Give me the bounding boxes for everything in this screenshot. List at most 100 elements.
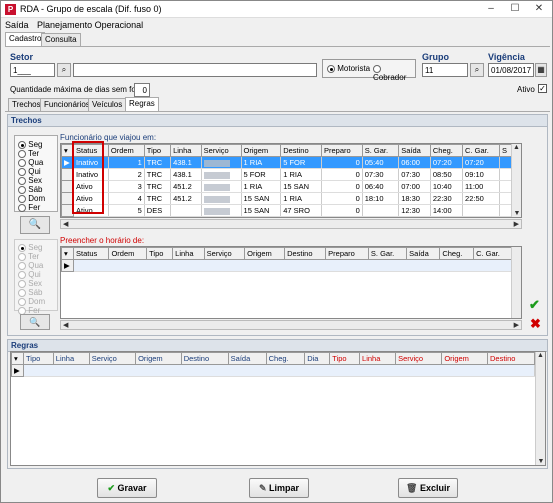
col-header[interactable]: Destino <box>486 352 536 365</box>
radio-dom[interactable]: Dom <box>18 194 45 203</box>
col-header[interactable]: Linha <box>359 352 397 365</box>
col-header[interactable]: Cheg. <box>439 247 475 260</box>
tab-regras[interactable]: Regras <box>125 97 159 111</box>
setor-name-input[interactable] <box>73 63 317 77</box>
table-row[interactable]: Ativo 4 TRC 451.2 15 SAN 1 RIA 0 18:10 1… <box>61 192 513 205</box>
scroll-left-icon[interactable]: ◀ <box>63 220 68 228</box>
col-header[interactable]: Tipo <box>143 144 172 157</box>
scroll-up-icon[interactable]: ▲ <box>536 352 545 359</box>
grid1-vscroll[interactable]: ▲ ▼ <box>511 144 521 217</box>
setor-code-input[interactable]: 1___ <box>10 63 55 77</box>
minimize-button[interactable]: – <box>479 1 503 18</box>
day-label: Qua <box>28 158 44 167</box>
excluir-button[interactable]: 🗑 Excluir <box>398 478 458 498</box>
table-row[interactable]: ▶ Inativo 1 TRC 438.1 1 RIA 5 FOR 0 05:4… <box>61 156 513 169</box>
col-header[interactable]: Saída <box>227 352 267 365</box>
cancel-x-icon[interactable]: ✖ <box>530 316 541 332</box>
calendar-button[interactable]: ▦ <box>535 63 547 77</box>
col-header[interactable]: Saída <box>406 247 441 260</box>
col-header[interactable]: Origem <box>244 247 286 260</box>
folga-label: Quantidade máxima de dias sem folga <box>10 85 147 94</box>
col-header[interactable]: Cheg. <box>265 352 306 365</box>
cell-origem: 1 RIA <box>241 180 282 193</box>
col-header[interactable]: Ordem <box>108 247 148 260</box>
col-header[interactable]: Tipo <box>329 352 361 365</box>
col-header[interactable]: Destino <box>180 352 229 365</box>
ativo-checkbox[interactable]: ✓ <box>538 84 547 93</box>
col-header[interactable]: Destino <box>280 144 322 157</box>
radio-sex[interactable]: Sex <box>18 176 45 185</box>
radio-fer[interactable]: Fer <box>18 203 45 212</box>
setor-search-button[interactable]: ⌕ <box>57 63 71 77</box>
table-row[interactable]: Ativo 5 DES 15 SAN 47 SRO 0 12:30 14:00 <box>61 204 513 217</box>
grid1-hscroll[interactable]: ◀ ▶ <box>60 219 522 229</box>
col-header[interactable]: Dia <box>304 352 331 365</box>
col-header[interactable]: S. Gar. <box>361 144 400 157</box>
radio-ter[interactable]: Ter <box>18 149 45 158</box>
close-button[interactable]: ✕ <box>527 1 551 18</box>
grid2-vscroll[interactable] <box>511 247 521 318</box>
col-header[interactable]: Tipo <box>146 247 174 260</box>
radio-sab[interactable]: Sáb <box>18 185 45 194</box>
grupo-input[interactable]: 11 <box>422 63 468 77</box>
tab-consulta[interactable]: Consulta <box>41 33 81 46</box>
folga-input[interactable]: 0 <box>134 83 150 97</box>
col-header[interactable]: Linha <box>172 247 205 260</box>
vigencia-input[interactable]: 01/08/2017 <box>488 63 534 77</box>
limpar-button[interactable]: ✎ Limpar <box>249 478 309 498</box>
col-header[interactable]: Serviço <box>395 352 443 365</box>
radio-qui[interactable]: Qui <box>18 167 45 176</box>
menu-saida[interactable]: Saída <box>5 20 29 30</box>
col-header[interactable]: Serviço <box>200 144 242 157</box>
cell-saida: 07:00 <box>398 180 431 193</box>
search-button-1[interactable]: 🔍 <box>20 216 50 234</box>
row-indicator: ▶ <box>11 364 24 377</box>
col-header[interactable]: Origem <box>441 352 488 365</box>
tab-cadastro[interactable]: Cadastro <box>5 32 46 46</box>
scroll-down-icon[interactable]: ▼ <box>536 458 545 465</box>
radio-cobrador[interactable]: Cobrador <box>373 64 415 82</box>
table-row[interactable]: ▶ <box>61 259 513 272</box>
col-header[interactable]: Preparo <box>320 144 363 157</box>
col-header[interactable]: C. Gar. <box>473 247 513 260</box>
tab-veiculos[interactable]: Veículos <box>88 98 127 111</box>
search-icon: 🔍 <box>28 219 42 230</box>
scroll-right-icon[interactable]: ▶ <box>514 321 519 329</box>
tab-funcionarios[interactable]: Funcionários <box>40 98 94 111</box>
table-row[interactable]: Inativo 2 TRC 438.1 5 FOR 1 RIA 0 07:30 … <box>61 168 513 181</box>
confirm-check-icon[interactable]: ✔ <box>529 297 540 313</box>
scroll-up-icon[interactable]: ▲ <box>512 144 521 151</box>
radio-qua[interactable]: Qua <box>18 158 45 167</box>
col-header[interactable]: Serviço <box>203 247 246 260</box>
col-header[interactable]: Preparo <box>325 247 369 260</box>
scroll-left-icon[interactable]: ◀ <box>63 321 68 329</box>
col-header[interactable]: S. Gar. <box>367 247 408 260</box>
radio-off-icon <box>18 261 26 270</box>
col-header[interactable]: C. Gar. <box>462 144 501 157</box>
col-header[interactable]: Linha <box>52 352 90 365</box>
col-header[interactable]: Ordem <box>107 144 145 157</box>
grid2-hscroll[interactable]: ◀ ▶ <box>60 320 522 330</box>
col-header[interactable]: Saída <box>398 144 431 157</box>
scroll-right-icon[interactable]: ▶ <box>514 220 519 228</box>
table-row[interactable]: Ativo 3 TRC 451.2 1 RIA 15 SAN 0 06:40 0… <box>61 180 513 193</box>
col-header[interactable]: Serviço <box>88 352 137 365</box>
col-header[interactable]: Origem <box>135 352 182 365</box>
col-header[interactable]: Tipo <box>23 352 54 365</box>
radio-off-icon <box>18 194 26 203</box>
grupo-search-button[interactable]: ⌕ <box>470 63 484 77</box>
regras-vscroll[interactable]: ▲ ▼ <box>535 352 545 465</box>
radio-seg[interactable]: Seg <box>18 140 45 149</box>
menu-planejamento[interactable]: Planejamento Operacional <box>37 20 143 30</box>
gravar-button[interactable]: ✔ Gravar <box>97 478 157 498</box>
col-header[interactable]: Status <box>72 247 110 260</box>
radio-motorista[interactable]: Motorista <box>327 64 370 73</box>
col-header[interactable]: Destino <box>284 247 327 260</box>
table-row[interactable]: ▶ <box>11 364 535 377</box>
scroll-down-icon[interactable]: ▼ <box>512 210 521 217</box>
col-header[interactable]: Origem <box>240 144 282 157</box>
col-header[interactable]: Linha <box>170 144 202 157</box>
maximize-button[interactable]: ☐ <box>503 1 527 18</box>
search-button-2[interactable]: 🔍 <box>20 314 50 330</box>
col-header[interactable]: Cheg. <box>429 144 464 157</box>
